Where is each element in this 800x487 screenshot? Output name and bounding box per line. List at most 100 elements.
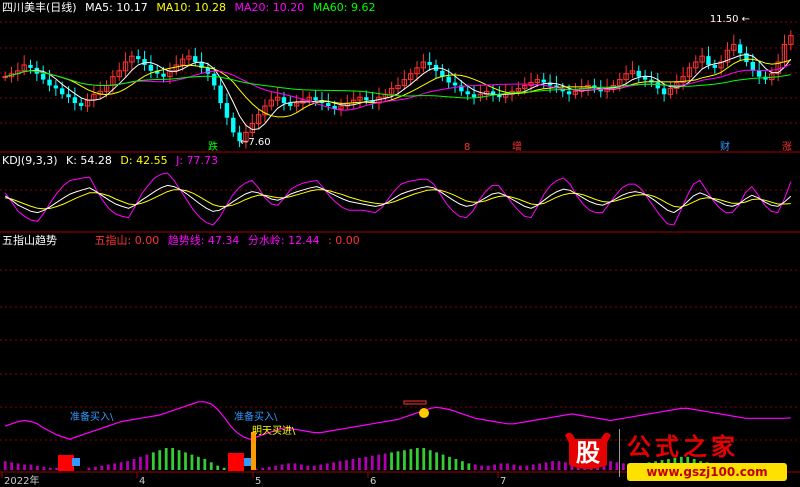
wzs-bar [467, 463, 471, 470]
event-marker: 增 [512, 140, 522, 153]
event-marker: 涨 [782, 141, 792, 153]
wzs-bar [512, 464, 516, 470]
ma60-label: MA60: [312, 1, 351, 14]
wzs-bar [435, 452, 439, 470]
wzs-bar [158, 450, 162, 470]
wzs-bar [306, 465, 310, 470]
candle-body [231, 117, 236, 133]
wzs-bar [196, 456, 200, 470]
wzs-bar [531, 464, 535, 470]
wzs-bar [216, 465, 220, 470]
wzs-bar [332, 462, 336, 470]
event-marker: 财 [720, 140, 730, 153]
wzs-bar [177, 450, 181, 470]
wzs-bar [486, 465, 490, 470]
kdj-title: KDJ(9,3,3) [2, 154, 58, 167]
wzs-bar [312, 465, 316, 470]
signal-block [72, 458, 80, 466]
wzs-bar [325, 463, 329, 470]
candle-body [661, 88, 667, 95]
signal-annotation: 准备买入\ [234, 410, 278, 423]
wzs-bar [113, 463, 117, 470]
ma20-label: MA20: [234, 1, 273, 14]
candle-body [205, 67, 211, 74]
candle-body [566, 91, 572, 95]
x-tick-label: 4 [139, 476, 145, 487]
wzs-bar [293, 463, 297, 470]
signal-block [58, 455, 74, 471]
candle-body [142, 59, 147, 65]
ma5-value: 10.17 [116, 1, 148, 14]
high-price-label: 11.50 ← [710, 14, 750, 25]
x-tick-label: 5 [255, 476, 261, 487]
kdj-plot [4, 172, 792, 226]
candle-body [471, 94, 477, 98]
candle-body [218, 85, 223, 104]
wzs-bar [338, 461, 342, 470]
candle-body [452, 82, 458, 86]
signal-block [228, 453, 244, 471]
wzs-bar [203, 459, 207, 470]
wzs-bar [119, 462, 123, 470]
wzs-bar [42, 466, 46, 470]
wzs-bar [48, 467, 52, 470]
event-marker: 跌 [208, 140, 218, 153]
trend-legend: 趋势线: 47.34 [168, 234, 240, 247]
candle-body [446, 76, 451, 83]
wzs-bar [544, 462, 548, 470]
extra-value: : 0.00 [328, 234, 360, 247]
ma60-value: 9.62 [350, 1, 376, 14]
candle-body [642, 76, 648, 80]
candle-body [655, 82, 660, 89]
wzs-bar [493, 464, 496, 470]
fsl-value: 12.44 [288, 234, 320, 247]
event-marker: 8 [464, 142, 470, 153]
wzs-bar [164, 448, 168, 470]
x-tick-label: 2022年 [4, 474, 39, 487]
wzs-bar [357, 457, 361, 470]
ma5-label: MA5: [85, 1, 117, 14]
kdj-panel-header: KDJ(9,3,3) K: 54.28 D: 42.55 J: 77.73 [2, 154, 223, 167]
k-label: K: [66, 154, 81, 167]
candle-body [281, 97, 287, 104]
signal-marker [403, 400, 427, 405]
ma10-label: MA10: [156, 1, 195, 14]
ma10-value: 10.28 [194, 1, 227, 14]
wzs-bar [370, 455, 374, 470]
wzs-bar [396, 451, 400, 470]
candle-body [706, 56, 711, 65]
candle-body [148, 64, 154, 71]
wzs-panel-header: 五指山趋势 五指山: 0.00 趋势线: 47.34 分水岭: 12.44 : … [2, 234, 365, 247]
wzs-bar [403, 450, 406, 470]
candle-body [193, 56, 198, 62]
wzs-bar [428, 450, 432, 470]
wzs-bar [499, 463, 503, 470]
j-value: 77.73 [186, 154, 219, 167]
wzs-bar [126, 461, 129, 470]
wzs-bar [222, 467, 226, 470]
wzs-bar [184, 452, 187, 470]
wzs-bar [280, 464, 284, 470]
signal-annotation: 准备买入\ [70, 410, 114, 423]
wzs-bar [100, 465, 104, 470]
fsl-legend: 分水岭: 12.44 [248, 234, 320, 247]
trend-value: 47.34 [207, 234, 240, 247]
d-label: D: [120, 154, 137, 167]
wzs-bar [351, 459, 355, 470]
wzs-bar [409, 449, 413, 470]
wzs-bar [274, 465, 278, 470]
candle-body [79, 103, 84, 106]
candle-body [737, 44, 743, 54]
wzs-bar [473, 464, 477, 470]
signal-block [244, 458, 252, 466]
low-price-label: ←7.60 [240, 137, 271, 148]
wzs-bar [551, 461, 554, 470]
k-legend: K: 54.28 [66, 154, 112, 167]
candle-body [427, 62, 432, 65]
wzs-bar [345, 460, 348, 470]
wzs-bar [287, 463, 290, 470]
wzs-bar [377, 454, 381, 470]
x-tick-label: 6 [370, 476, 376, 487]
wzs-bar [10, 462, 14, 470]
candle-body [53, 85, 59, 89]
